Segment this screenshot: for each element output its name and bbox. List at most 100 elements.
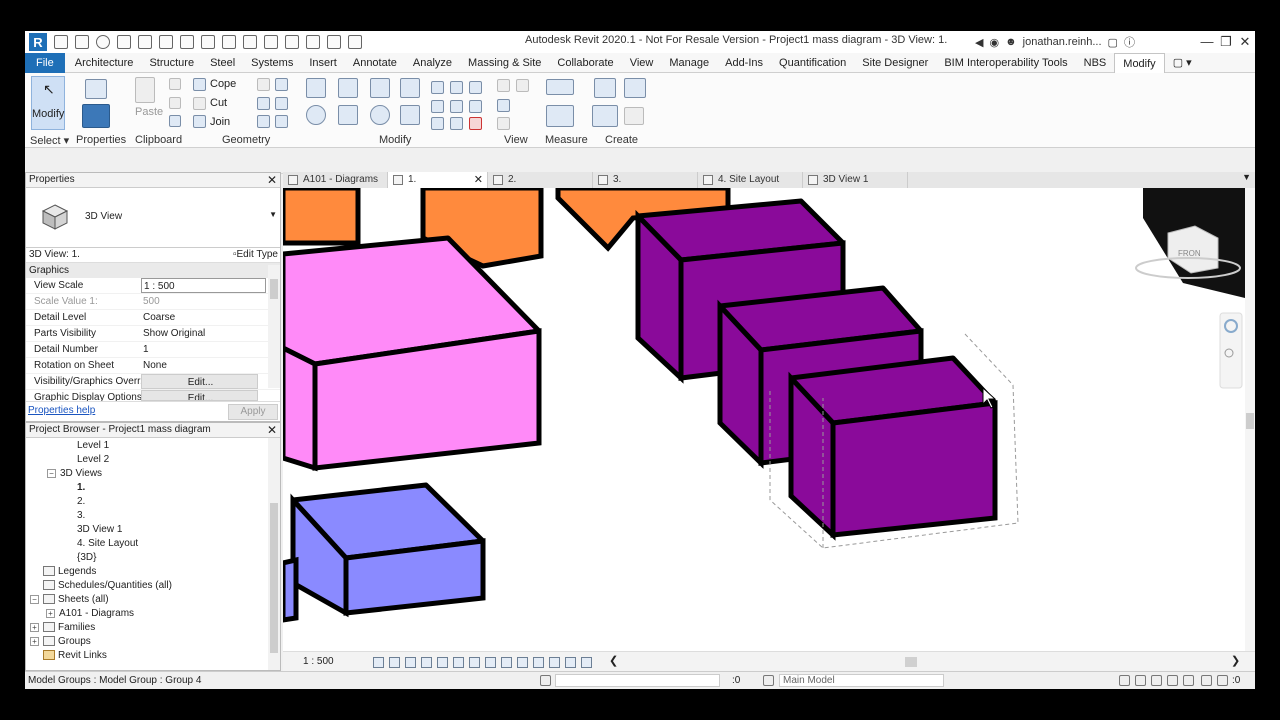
join-icon[interactable] xyxy=(193,115,206,128)
revit-logo-icon[interactable]: R xyxy=(29,33,47,51)
select-dropdown[interactable]: Select ▾ xyxy=(30,134,69,147)
close-hidden-icon[interactable] xyxy=(327,35,341,49)
highlight-displacement-icon[interactable] xyxy=(565,657,576,668)
scroll-right-icon[interactable]: ❯ xyxy=(1231,654,1240,667)
split-icon[interactable] xyxy=(431,81,444,94)
prop-view-scale[interactable]: View Scale 1 : 500 xyxy=(26,278,280,294)
tree-item-site-layout[interactable]: 4. Site Layout xyxy=(77,537,138,551)
prop-value[interactable]: 1 xyxy=(141,342,280,357)
view-tab-site-layout[interactable]: 4. Site Layout xyxy=(698,172,803,188)
view-scale-button[interactable]: 1 : 500 xyxy=(303,656,334,667)
type-dropdown-icon[interactable]: ▼ xyxy=(269,210,277,219)
mirror-axis-icon[interactable] xyxy=(370,78,390,98)
offset-icon[interactable] xyxy=(338,78,358,98)
select-by-face-icon[interactable] xyxy=(1167,675,1178,686)
search-arrow-icon[interactable]: ◀ xyxy=(975,36,983,49)
filter-icon[interactable] xyxy=(1217,675,1228,686)
split-face-icon[interactable] xyxy=(275,78,288,91)
lock-view-icon[interactable] xyxy=(485,657,496,668)
tabs-menu-icon[interactable]: ▼ xyxy=(1242,172,1251,182)
tab-analyze[interactable]: Analyze xyxy=(405,53,460,73)
close-tab-icon[interactable]: ✕ xyxy=(474,172,483,188)
view-tab-2[interactable]: 2. xyxy=(488,172,593,188)
3d-view-icon[interactable] xyxy=(264,35,278,49)
copy-icon[interactable] xyxy=(169,97,181,109)
detail-level-icon[interactable] xyxy=(373,657,384,668)
properties-close-icon[interactable]: ✕ xyxy=(267,173,277,187)
switch-windows-icon[interactable] xyxy=(348,35,362,49)
collapse-icon[interactable]: − xyxy=(30,594,39,604)
tree-item-3d-views[interactable]: −3D Views xyxy=(47,467,102,481)
tree-item-view-1[interactable]: 1. xyxy=(77,481,85,495)
background-processes-icon[interactable] xyxy=(1201,675,1212,686)
tab-view[interactable]: View xyxy=(622,53,662,73)
ribbon-options-icon[interactable]: ▢ ▾ xyxy=(1165,53,1200,73)
user-name[interactable]: jonathan.reinh... xyxy=(1023,36,1102,48)
navigation-bar[interactable] xyxy=(1219,312,1243,389)
type-selector[interactable]: 3D View ▼ xyxy=(26,188,280,248)
tree-item-view-3[interactable]: 3. xyxy=(77,509,85,523)
cope-icon[interactable] xyxy=(193,78,206,91)
tab-nbs[interactable]: NBS xyxy=(1076,53,1115,73)
join-label[interactable]: Join xyxy=(210,116,230,128)
help-icon[interactable]: ⓘ xyxy=(1124,34,1135,50)
visibility-edit-button[interactable]: Edit... xyxy=(141,374,258,389)
expand-icon[interactable]: + xyxy=(46,608,55,618)
prop-detail-level[interactable]: Detail Level Coarse xyxy=(26,310,280,326)
array-icon[interactable] xyxy=(450,81,463,94)
tree-item-level-1[interactable]: Level 1 xyxy=(77,439,109,453)
view-tab-3[interactable]: 3. xyxy=(593,172,698,188)
sync-icon[interactable] xyxy=(96,35,110,49)
remove-paint-icon[interactable] xyxy=(275,97,288,110)
move-icon[interactable] xyxy=(306,105,326,125)
view-tab-1[interactable]: 1. ✕ xyxy=(388,172,488,188)
show-crop-icon[interactable] xyxy=(469,657,480,668)
create-parts-icon[interactable] xyxy=(624,78,646,98)
measure-icon[interactable] xyxy=(180,35,194,49)
graphic-display-edit-button[interactable]: Edit... xyxy=(141,390,258,401)
apply-button[interactable]: Apply xyxy=(228,404,278,420)
close-button[interactable]: ✕ xyxy=(1236,33,1254,51)
properties-scroll-thumb[interactable] xyxy=(270,279,278,299)
tag-icon[interactable] xyxy=(222,35,236,49)
wall-joins-icon[interactable] xyxy=(257,78,270,91)
properties-help-link[interactable]: Properties help xyxy=(28,405,95,416)
tab-file[interactable]: File xyxy=(25,52,65,73)
visual-style-icon[interactable] xyxy=(389,657,400,668)
aligned-dimension-icon[interactable] xyxy=(546,105,574,127)
prop-value[interactable]: Show Original xyxy=(141,326,280,341)
tree-item-legends[interactable]: Legends xyxy=(43,565,96,579)
restore-button[interactable]: ❐ xyxy=(1217,33,1235,51)
pick-icon[interactable] xyxy=(275,115,288,128)
tree-item-revit-links[interactable]: Revit Links xyxy=(43,649,107,663)
prop-value[interactable]: None xyxy=(141,358,280,373)
select-links-icon[interactable] xyxy=(1119,675,1130,686)
canvas-vertical-scrollbar[interactable] xyxy=(1245,188,1255,654)
cart-icon[interactable]: ▢ xyxy=(1108,36,1118,49)
graphics-category[interactable]: Graphics xyxy=(26,263,280,278)
copy-element-icon[interactable] xyxy=(338,105,358,125)
tab-site-designer[interactable]: Site Designer xyxy=(854,53,936,73)
worksets-icon[interactable] xyxy=(540,675,551,686)
cope-label[interactable]: Cope xyxy=(210,78,236,90)
tab-modify[interactable]: Modify xyxy=(1114,52,1165,73)
text-icon[interactable] xyxy=(243,35,257,49)
drag-elements-icon[interactable] xyxy=(1183,675,1194,686)
expand-icon[interactable]: + xyxy=(30,636,39,646)
tab-annotate[interactable]: Annotate xyxy=(345,53,405,73)
tab-bim-interoperability[interactable]: BIM Interoperability Tools xyxy=(936,53,1075,73)
sun-path-icon[interactable] xyxy=(405,657,416,668)
view-tab-3d-view-1[interactable]: 3D View 1 xyxy=(803,172,908,188)
instance-filter[interactable]: 3D View: 1. ▫Edit Type xyxy=(26,248,280,263)
view-tab-a101[interactable]: A101 - Diagrams xyxy=(283,172,388,188)
save-icon[interactable] xyxy=(75,35,89,49)
tab-steel[interactable]: Steel xyxy=(202,53,243,73)
workset-field[interactable] xyxy=(555,674,720,687)
scroll-left-icon[interactable]: ❮ xyxy=(609,654,618,667)
cut-clipboard-icon[interactable] xyxy=(169,78,181,90)
tree-item-groups[interactable]: + Groups xyxy=(30,635,91,649)
drawing-canvas[interactable]: FRON xyxy=(283,188,1245,651)
collapse-icon[interactable]: − xyxy=(47,468,56,478)
tree-item-sheets[interactable]: − Sheets (all) xyxy=(30,593,109,607)
linework-icon[interactable] xyxy=(497,99,510,112)
